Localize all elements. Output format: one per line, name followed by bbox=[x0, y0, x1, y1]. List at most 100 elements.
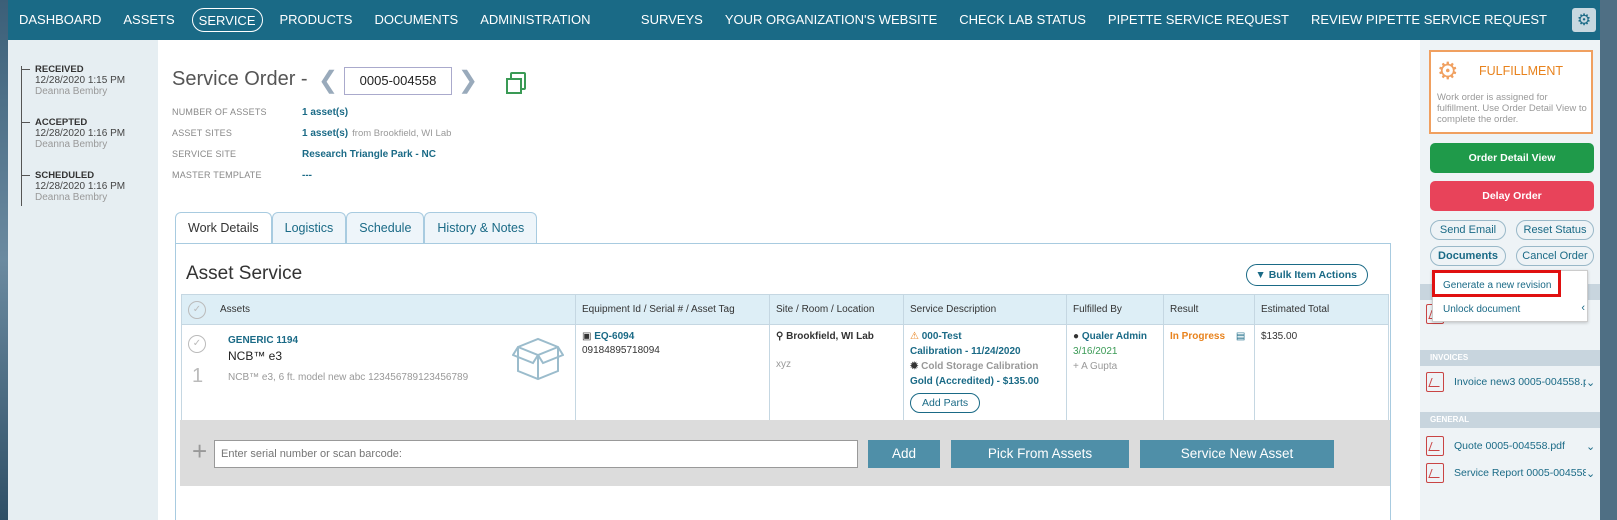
box-icon bbox=[512, 337, 564, 381]
equipment-cell: ▣ EQ-6094 09184895718094 bbox=[575, 324, 770, 429]
scrollbar-edge bbox=[1600, 0, 1617, 520]
chevron-left-icon[interactable]: ❮ bbox=[318, 66, 338, 95]
nav-review-pipette-request[interactable]: REVIEW PIPETTE SERVICE REQUEST bbox=[1300, 8, 1558, 32]
doc-name[interactable]: Quote 0005-004558.pdf bbox=[1454, 440, 1586, 452]
pick-from-assets-button[interactable]: Pick From Assets bbox=[951, 440, 1129, 468]
fulfillment-title: FULFILLMENT bbox=[1479, 64, 1564, 78]
row-index: 1 bbox=[192, 365, 204, 387]
timeline-user: Deanna Bembry bbox=[35, 139, 108, 150]
nav-pipette-service-request[interactable]: PIPETTE SERVICE REQUEST bbox=[1097, 8, 1300, 32]
col-site: Site / Room / Location bbox=[769, 294, 904, 325]
sites-extra: from Brookfield, WI Lab bbox=[352, 128, 452, 139]
chevron-right-icon[interactable]: ❯ bbox=[458, 66, 478, 95]
row-checkbox[interactable]: ✓ bbox=[188, 335, 206, 353]
sites-count-link[interactable]: 1 asset(s) bbox=[302, 128, 348, 139]
nav-documents[interactable]: DOCUMENTS bbox=[363, 8, 469, 32]
col-service: Service Description bbox=[903, 294, 1067, 325]
nav-dashboard[interactable]: DASHBOARD bbox=[8, 8, 112, 32]
pdf-icon bbox=[1426, 463, 1444, 483]
meta-label: SERVICE SITE bbox=[172, 149, 237, 159]
nav-assets[interactable]: ASSETS bbox=[112, 8, 185, 32]
general-doc-row[interactable]: Quote 0005-004558.pdf ⌄ bbox=[1426, 434, 1598, 458]
copy-icon[interactable] bbox=[506, 72, 526, 94]
general-doc-row[interactable]: Service Report 0005-004558.p... ⌄ bbox=[1426, 461, 1598, 485]
asset-table: ✓ Assets Equipment Id / Serial # / Asset … bbox=[181, 294, 1389, 429]
bulk-item-actions-button[interactable]: ▼ Bulk Item Actions bbox=[1246, 264, 1368, 286]
col-label: Assets bbox=[220, 303, 251, 315]
page-title: Service Order - bbox=[172, 68, 308, 90]
gear-icon: ⚙ bbox=[1437, 58, 1459, 85]
package-icon: ▣ bbox=[582, 331, 595, 342]
meta-label: MASTER TEMPLATE bbox=[172, 170, 262, 180]
site-name: Brookfield, WI Lab bbox=[786, 331, 874, 342]
timeline-item: ACCEPTED 12/28/2020 1:16 PM Deanna Bembr… bbox=[21, 117, 125, 150]
tab-bar: Work Details Logistics Schedule History … bbox=[175, 212, 538, 243]
service-code-link[interactable]: 000-Test bbox=[922, 331, 962, 342]
nav-products[interactable]: PRODUCTS bbox=[269, 8, 364, 32]
template-link[interactable]: --- bbox=[302, 170, 312, 181]
meta-sites: ASSET SITES 1 asset(s) from Brookfield, … bbox=[172, 128, 451, 139]
timeline-date: 12/28/2020 1:16 PM bbox=[35, 181, 126, 192]
map-pin-icon: ⚲ bbox=[776, 331, 787, 342]
add-asset-bar: + Add Pick From Assets Service New Asset bbox=[180, 420, 1390, 486]
top-nav: DASHBOARD ASSETS SERVICE PRODUCTS DOCUME… bbox=[8, 0, 1608, 40]
col-equipment: Equipment Id / Serial # / Asset Tag bbox=[575, 294, 770, 325]
doc-name[interactable]: Service Report 0005-004558.p... bbox=[1454, 467, 1586, 479]
general-header: GENERAL bbox=[1420, 412, 1600, 428]
invoice-doc-row[interactable]: Invoice new3 0005-004558.pdf ⌄ bbox=[1426, 370, 1598, 394]
col-total: Estimated Total bbox=[1254, 294, 1389, 325]
table-row: ✓ 1 GENERIC 1194 NCB™ e3 NCB™ e3, 6 ft. … bbox=[181, 324, 1389, 429]
document-icon[interactable]: ▤ bbox=[1236, 331, 1245, 342]
tab-history-notes[interactable]: History & Notes bbox=[424, 212, 538, 243]
nav-administration[interactable]: ADMINISTRATION bbox=[469, 8, 601, 32]
tab-work-details[interactable]: Work Details bbox=[175, 212, 272, 243]
nav-surveys[interactable]: SURVEYS bbox=[630, 8, 714, 32]
doc-name[interactable]: Invoice new3 0005-004558.pdf bbox=[1454, 376, 1586, 388]
reset-status-button[interactable]: Reset Status bbox=[1516, 220, 1594, 240]
pdf-icon bbox=[1426, 436, 1444, 456]
service-type: Cold Storage Calibration bbox=[921, 361, 1039, 372]
add-button[interactable]: Add bbox=[868, 440, 940, 468]
unlock-document-item[interactable]: Unlock document bbox=[1443, 304, 1520, 315]
service-site-link[interactable]: Research Triangle Park - NC bbox=[302, 149, 436, 160]
invoices-header: INVOICES bbox=[1420, 350, 1600, 366]
timeline-date: 12/28/2020 1:16 PM bbox=[35, 128, 126, 139]
plus-icon: + bbox=[192, 436, 208, 466]
serial-scan-input[interactable] bbox=[214, 440, 858, 468]
chevron-down-icon[interactable]: ⌄ bbox=[1586, 467, 1598, 480]
chevron-left-icon: ‹ bbox=[1581, 302, 1585, 314]
equipment-id-link[interactable]: EQ-6094 bbox=[594, 331, 634, 342]
nav-org-website[interactable]: YOUR ORGANIZATION'S WEBSITE bbox=[714, 8, 948, 32]
nav-service[interactable]: SERVICE bbox=[191, 8, 263, 32]
meta-label: NUMBER OF ASSETS bbox=[172, 107, 267, 117]
delay-order-button[interactable]: Delay Order bbox=[1430, 181, 1594, 211]
order-number-field[interactable]: 0005-004558 bbox=[344, 67, 452, 95]
fulfilled-by-link[interactable]: Qualer Admin bbox=[1082, 331, 1147, 342]
bulk-label: Bulk Item Actions bbox=[1268, 269, 1357, 281]
gear-icon[interactable]: ⚙ bbox=[1572, 8, 1596, 32]
user-icon: ● bbox=[1073, 331, 1082, 342]
order-detail-view-button[interactable]: Order Detail View bbox=[1430, 143, 1594, 173]
fulfillment-card: ⚙ FULFILLMENT Work order is assigned for… bbox=[1429, 50, 1593, 134]
meta-label: ASSET SITES bbox=[172, 128, 233, 138]
chevron-down-icon[interactable]: ⌄ bbox=[1586, 440, 1598, 453]
assets-count-link[interactable]: 1 asset(s) bbox=[302, 107, 348, 118]
select-all-checkbox[interactable]: ✓ bbox=[188, 300, 206, 319]
chevron-down-icon[interactable]: ⌄ bbox=[1586, 376, 1598, 389]
nav-check-lab-status[interactable]: CHECK LAB STATUS bbox=[948, 8, 1097, 32]
documents-button[interactable]: Documents bbox=[1430, 246, 1506, 266]
add-parts-button[interactable]: Add Parts bbox=[910, 393, 981, 413]
cancel-order-button[interactable]: Cancel Order bbox=[1516, 246, 1594, 266]
timeline-item: SCHEDULED 12/28/2020 1:16 PM Deanna Bemb… bbox=[21, 170, 125, 203]
site-cell: ⚲ Brookfield, WI Lab xyz bbox=[769, 324, 904, 429]
meta-service-site: SERVICE SITE Research Triangle Park - NC bbox=[172, 149, 436, 160]
tab-logistics[interactable]: Logistics bbox=[271, 212, 347, 243]
col-assets: ✓ Assets bbox=[181, 294, 576, 325]
send-email-button[interactable]: Send Email bbox=[1430, 220, 1506, 240]
service-new-asset-button[interactable]: Service New Asset bbox=[1140, 440, 1334, 468]
tab-schedule[interactable]: Schedule bbox=[346, 212, 425, 243]
fulfilled-date: 3/16/2021 bbox=[1073, 346, 1118, 357]
right-sidebar: ⚙ FULFILLMENT Work order is assigned for… bbox=[1420, 40, 1600, 520]
result-cell: In Progress ▤ bbox=[1163, 324, 1255, 429]
timeline-item: RECEIVED 12/28/2020 1:15 PM Deanna Bembr… bbox=[21, 64, 125, 97]
